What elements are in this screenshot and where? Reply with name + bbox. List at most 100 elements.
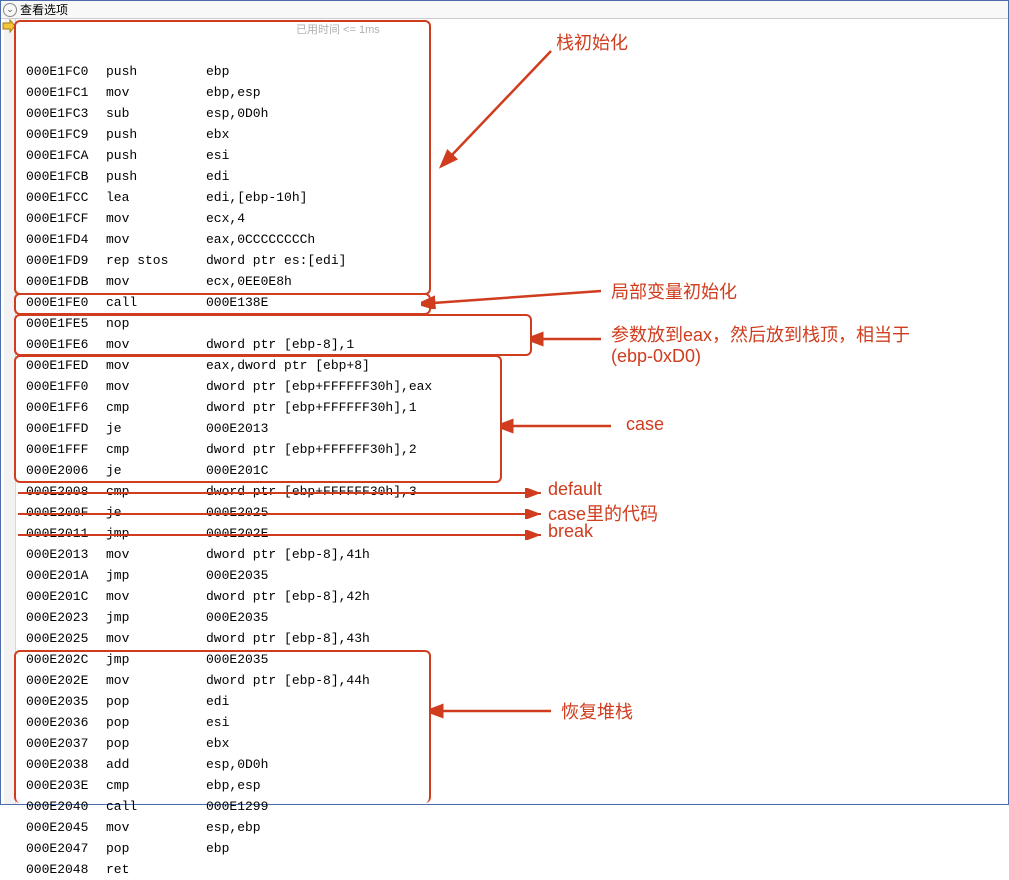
mnemonic: mov xyxy=(106,376,206,397)
address: 000E2008 xyxy=(26,481,106,502)
operands: ebp xyxy=(206,838,229,859)
breakpoint-gutter[interactable] xyxy=(4,19,16,804)
address: 000E1FE6 xyxy=(26,334,106,355)
disasm-row[interactable]: 000E1FCCleaedi,[ebp-10h] xyxy=(16,187,1008,208)
address: 000E2040 xyxy=(26,796,106,817)
address: 000E2045 xyxy=(26,817,106,838)
disasm-row[interactable]: 000E2045movesp,ebp xyxy=(16,817,1008,838)
view-options-label: 查看选项 xyxy=(20,1,68,18)
disasm-row[interactable]: 000E1FC9pushebx xyxy=(16,124,1008,145)
operands: esp,ebp xyxy=(206,817,261,838)
operands: dword ptr [ebp+FFFFFF30h],1 xyxy=(206,397,417,418)
disasm-row[interactable]: 000E2013movdword ptr [ebp-8],41h xyxy=(16,544,1008,565)
operands: eax,dword ptr [ebp+8] xyxy=(206,355,370,376)
operands: esp,0D0h xyxy=(206,103,268,124)
disasm-row[interactable]: 000E2006je000E201C xyxy=(16,460,1008,481)
operands: 000E2035 xyxy=(206,565,268,586)
disasm-row[interactable]: 000E2040call000E1299 xyxy=(16,796,1008,817)
mnemonic: mov xyxy=(106,229,206,250)
disasm-row[interactable]: 000E202Cjmp000E2035 xyxy=(16,649,1008,670)
disasm-row[interactable]: 000E1FF6cmpdword ptr [ebp+FFFFFF30h],1 xyxy=(16,397,1008,418)
disasm-row[interactable]: 000E1FD4moveax,0CCCCCCCCh xyxy=(16,229,1008,250)
disasm-row[interactable]: 000E2011jmp000E202E xyxy=(16,523,1008,544)
address: 000E203E xyxy=(26,775,106,796)
operands: dword ptr [ebp+FFFFFF30h],eax xyxy=(206,376,432,397)
disasm-row[interactable]: 000E2036popesi xyxy=(16,712,1008,733)
disasm-row[interactable]: 000E2048ret xyxy=(16,859,1008,880)
disasm-row[interactable]: 000E1FCBpushedi xyxy=(16,166,1008,187)
mnemonic: push xyxy=(106,61,206,82)
view-options-bar[interactable]: ⌄ 查看选项 xyxy=(1,1,1008,19)
disasm-row[interactable]: 000E2025movdword ptr [ebp-8],43h xyxy=(16,628,1008,649)
disasm-row[interactable]: 000E2038addesp,0D0h xyxy=(16,754,1008,775)
disasm-row[interactable]: 000E1FC0pushebp xyxy=(16,61,1008,82)
disasm-row[interactable]: 000E2008cmpdword ptr [ebp+FFFFFF30h],3 xyxy=(16,481,1008,502)
mnemonic: pop xyxy=(106,838,206,859)
disasm-row[interactable]: 000E1FF0movdword ptr [ebp+FFFFFF30h],eax xyxy=(16,376,1008,397)
disasm-row[interactable]: 000E2023jmp000E2035 xyxy=(16,607,1008,628)
mnemonic: mov xyxy=(106,544,206,565)
operands: ecx,4 xyxy=(206,208,245,229)
disassembly-listing[interactable]: 已用时间 <= 1ms 000E1FC0pushebp000E1FC1moveb… xyxy=(16,19,1008,804)
address: 000E1FFD xyxy=(26,418,106,439)
address: 000E2035 xyxy=(26,691,106,712)
disasm-row[interactable]: 000E1FE5nop xyxy=(16,313,1008,334)
operands: edi xyxy=(206,166,229,187)
address: 000E202C xyxy=(26,649,106,670)
mnemonic: cmp xyxy=(106,439,206,460)
disasm-row[interactable]: 000E1FD9rep stosdword ptr es:[edi] xyxy=(16,250,1008,271)
operands: ebp,esp xyxy=(206,775,261,796)
mnemonic: jmp xyxy=(106,607,206,628)
operands: ecx,0EE0E8h xyxy=(206,271,292,292)
mnemonic: call xyxy=(106,292,206,313)
disasm-row[interactable]: 000E1FFFcmpdword ptr [ebp+FFFFFF30h],2 xyxy=(16,439,1008,460)
operands: 000E201C xyxy=(206,460,268,481)
address: 000E1FF6 xyxy=(26,397,106,418)
disasm-row[interactable]: 000E2037popebx xyxy=(16,733,1008,754)
address: 000E2025 xyxy=(26,628,106,649)
disasm-row[interactable]: 000E201Ajmp000E2035 xyxy=(16,565,1008,586)
disasm-row[interactable]: 000E1FCFmovecx,4 xyxy=(16,208,1008,229)
chevron-down-icon[interactable]: ⌄ xyxy=(3,3,17,17)
disasm-row[interactable]: 000E1FE6movdword ptr [ebp-8],1 xyxy=(16,334,1008,355)
disasm-row[interactable]: 000E203Ecmpebp,esp xyxy=(16,775,1008,796)
mnemonic: call xyxy=(106,796,206,817)
address: 000E1FCC xyxy=(26,187,106,208)
mnemonic: jmp xyxy=(106,649,206,670)
address: 000E1FD9 xyxy=(26,250,106,271)
disasm-row[interactable]: 000E1FCApushesi xyxy=(16,145,1008,166)
mnemonic: rep stos xyxy=(106,250,206,271)
mnemonic: mov xyxy=(106,208,206,229)
disasm-row[interactable]: 000E1FE0call000E138E xyxy=(16,292,1008,313)
instruction-pointer-icon xyxy=(2,19,16,33)
address: 000E200F xyxy=(26,502,106,523)
disasm-row[interactable]: 000E2047popebp xyxy=(16,838,1008,859)
operands: dword ptr [ebp-8],42h xyxy=(206,586,370,607)
disasm-row[interactable]: 000E201Cmovdword ptr [ebp-8],42h xyxy=(16,586,1008,607)
disasm-row[interactable]: 000E200Fje000E2025 xyxy=(16,502,1008,523)
disasm-row[interactable]: 000E1FC1movebp,esp xyxy=(16,82,1008,103)
disasm-row[interactable]: 000E2035popedi xyxy=(16,691,1008,712)
operands: ebp,esp xyxy=(206,82,261,103)
disasm-row[interactable]: 000E1FEDmoveax,dword ptr [ebp+8] xyxy=(16,355,1008,376)
operands: dword ptr [ebp+FFFFFF30h],2 xyxy=(206,439,417,460)
mnemonic: lea xyxy=(106,187,206,208)
mnemonic: pop xyxy=(106,712,206,733)
mnemonic: pop xyxy=(106,733,206,754)
operands: esi xyxy=(206,145,229,166)
disasm-row[interactable]: 000E1FC3subesp,0D0h xyxy=(16,103,1008,124)
address: 000E2013 xyxy=(26,544,106,565)
address: 000E1FE0 xyxy=(26,292,106,313)
mnemonic: mov xyxy=(106,82,206,103)
disasm-row[interactable]: 000E202Emovdword ptr [ebp-8],44h xyxy=(16,670,1008,691)
mnemonic: cmp xyxy=(106,481,206,502)
mnemonic: cmp xyxy=(106,397,206,418)
disasm-row[interactable]: 000E1FDBmovecx,0EE0E8h xyxy=(16,271,1008,292)
disasm-row[interactable]: 000E1FFDje000E2013 xyxy=(16,418,1008,439)
mnemonic: mov xyxy=(106,628,206,649)
mnemonic: sub xyxy=(106,103,206,124)
mnemonic: mov xyxy=(106,334,206,355)
operands: dword ptr [ebp-8],43h xyxy=(206,628,370,649)
address: 000E1FDB xyxy=(26,271,106,292)
address: 000E1FC3 xyxy=(26,103,106,124)
